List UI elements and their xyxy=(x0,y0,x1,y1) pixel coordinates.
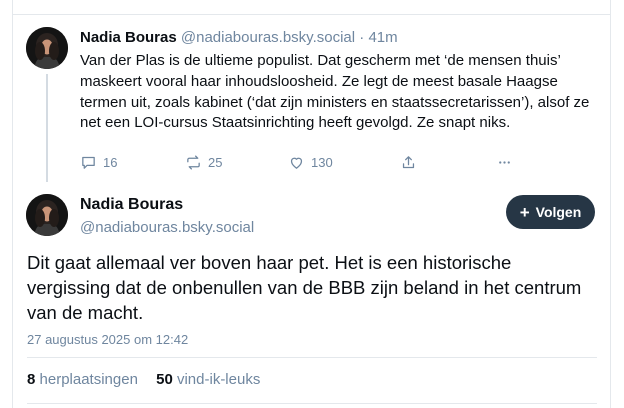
parent-post-text: Van der Plas is de ultieme populist. Dat… xyxy=(80,52,590,132)
repost-button[interactable]: 25 xyxy=(185,154,222,171)
likes-label: vind-ik-leuks xyxy=(176,371,261,388)
reply-button[interactable]: 16 xyxy=(80,154,117,171)
parent-author-handle[interactable]: @nadiabouras.bsky.social xyxy=(181,29,355,46)
main-author-name[interactable]: Nadia Bouras xyxy=(80,196,183,214)
avatar-image xyxy=(26,194,68,236)
like-count: 130 xyxy=(311,155,333,170)
more-options-button[interactable] xyxy=(496,154,513,171)
avatar-image xyxy=(26,27,68,69)
separator-dot: · xyxy=(359,29,365,46)
like-button[interactable]: 130 xyxy=(288,154,333,171)
top-divider xyxy=(12,14,611,15)
parent-avatar[interactable] xyxy=(26,27,68,69)
reply-icon xyxy=(82,156,95,169)
repost-count: 25 xyxy=(208,155,223,170)
main-avatar[interactable] xyxy=(26,194,68,236)
thread-connector xyxy=(46,74,48,182)
likes-count: 50 xyxy=(156,371,173,388)
repost-icon xyxy=(187,155,200,170)
main-post-text: Dit gaat allemaal ver boven haar pet. He… xyxy=(27,252,582,323)
stats-top-divider xyxy=(27,357,597,358)
follow-button[interactable]: + Volgen xyxy=(506,195,595,229)
likes-stat[interactable]: 50 vind-ik-leuks xyxy=(156,371,260,388)
plus-icon: + xyxy=(519,202,530,222)
reply-count: 16 xyxy=(103,155,118,170)
more-icon xyxy=(499,161,510,164)
reposts-label: herplaatsingen xyxy=(39,371,138,388)
parent-header: Nadia Bouras @nadiabouras.bsky.social · … xyxy=(80,29,398,46)
parent-time-ago[interactable]: 41m xyxy=(368,29,397,46)
stats-bottom-divider xyxy=(27,403,597,404)
reposts-count: 8 xyxy=(27,371,36,388)
main-author-handle[interactable]: @nadiabouras.bsky.social xyxy=(80,219,254,236)
share-icon xyxy=(402,156,415,169)
follow-label: Volgen xyxy=(535,204,582,220)
post-stats: 8 herplaatsingen 50 vind-ik-leuks xyxy=(27,371,274,388)
share-button[interactable] xyxy=(400,154,417,171)
parent-author-name[interactable]: Nadia Bouras xyxy=(80,29,177,46)
like-icon xyxy=(290,157,303,169)
reposts-stat[interactable]: 8 herplaatsingen xyxy=(27,371,138,388)
post-timestamp[interactable]: 27 augustus 2025 om 12:42 xyxy=(27,332,188,347)
